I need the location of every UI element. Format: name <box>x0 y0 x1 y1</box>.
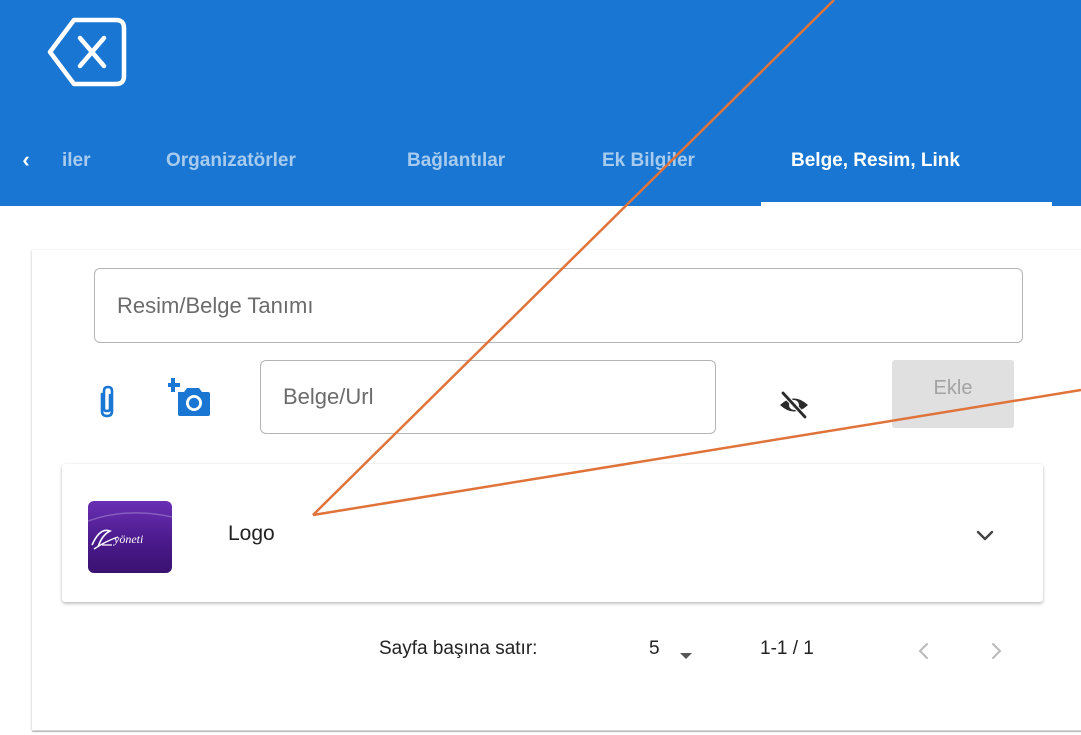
logo-thumbnail: yöneti <box>88 501 172 573</box>
rows-per-page-dropdown[interactable] <box>678 648 694 659</box>
paperclip-icon <box>100 385 114 418</box>
document-panel: Ekle yöneti Logo Sayfa başına satır: 5 1… <box>32 250 1081 730</box>
logo-image: yöneti <box>88 512 172 550</box>
tab-belge-resim-link[interactable]: Belge, Resim, Link <box>791 145 960 177</box>
tab-ek-bilgiler[interactable]: Ek Bilgiler <box>602 145 695 177</box>
add-photo-button[interactable] <box>166 378 212 418</box>
app-header: ‹ iler Organizatörler Bağlantılar Ek Bil… <box>0 0 1081 206</box>
url-input[interactable] <box>261 361 715 433</box>
close-button[interactable] <box>44 14 130 90</box>
item-label: Logo <box>228 522 275 545</box>
chevron-left-icon <box>918 643 928 659</box>
expand-button[interactable] <box>972 522 998 548</box>
add-camera-icon <box>166 378 210 416</box>
description-input[interactable] <box>95 269 1022 342</box>
page-range: 1-1 / 1 <box>760 638 814 659</box>
chevron-down-icon <box>976 530 994 541</box>
next-page-button[interactable] <box>985 640 1007 662</box>
list-item[interactable]: yöneti Logo <box>62 464 1043 602</box>
tab-iler[interactable]: iler <box>62 145 91 177</box>
prev-page-button[interactable] <box>913 640 935 662</box>
tab-scroll-left-button[interactable]: ‹ <box>12 145 40 175</box>
active-tab-indicator <box>761 202 1052 206</box>
rows-per-page-value[interactable]: 5 <box>649 632 660 666</box>
rows-per-page-label: Sayfa başına satır: <box>379 638 538 659</box>
chevron-right-icon <box>992 643 1002 659</box>
svg-text:yöneti: yöneti <box>113 532 143 546</box>
bottom-divider <box>32 731 1081 732</box>
attach-button[interactable] <box>94 384 120 420</box>
description-field[interactable] <box>94 268 1023 343</box>
tab-bar: ‹ iler Organizatörler Bağlantılar Ek Bil… <box>0 125 1081 206</box>
backspace-x-icon <box>47 17 127 87</box>
add-button[interactable]: Ekle <box>892 360 1014 428</box>
caret-down-icon <box>680 653 692 659</box>
eye-off-icon <box>780 390 808 420</box>
toggle-visibility-button[interactable] <box>778 390 810 420</box>
url-field[interactable] <box>260 360 716 434</box>
tab-baglantilar[interactable]: Bağlantılar <box>407 145 505 177</box>
tab-organizatorler[interactable]: Organizatörler <box>166 145 296 177</box>
